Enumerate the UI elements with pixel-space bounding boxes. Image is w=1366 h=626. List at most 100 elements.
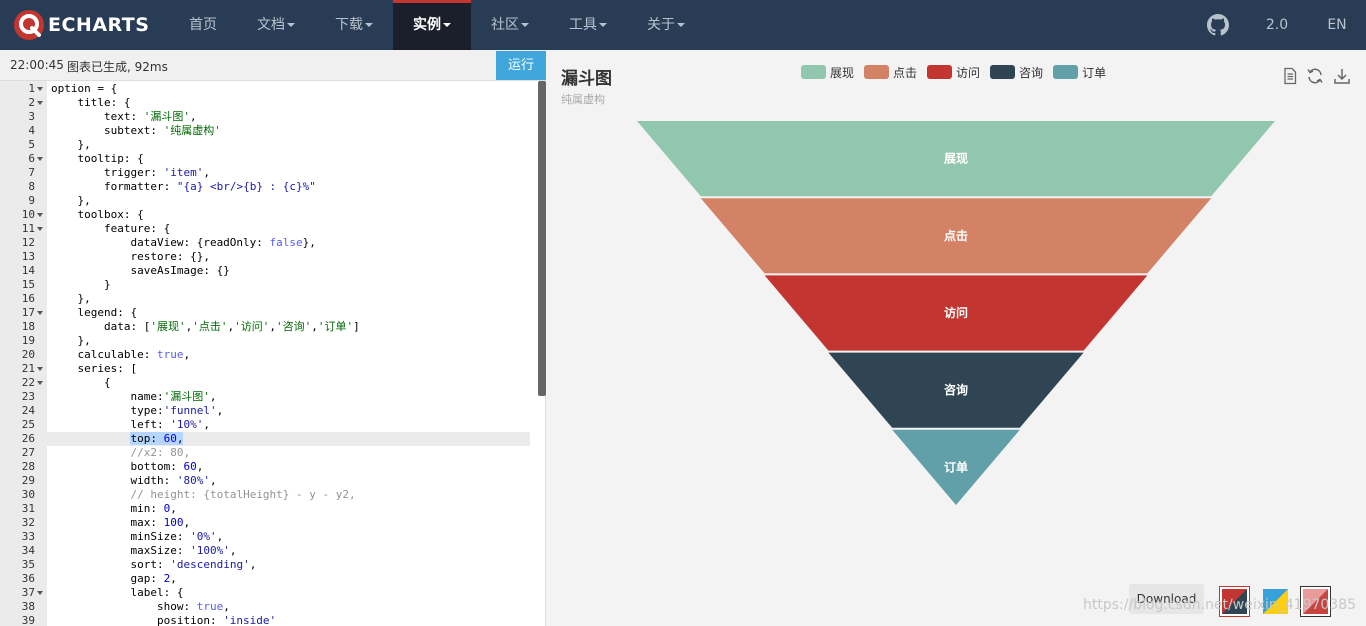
code-line[interactable]: 29 width: '80%', [0, 474, 530, 488]
run-button[interactable]: 运行 [496, 51, 546, 80]
code-line[interactable]: 35 sort: 'descending', [0, 558, 530, 572]
code-line[interactable]: 17 legend: { [0, 306, 530, 320]
code-line[interactable]: 34 maxSize: '100%', [0, 544, 530, 558]
chart-title: 漏斗图 [561, 69, 612, 89]
legend-item[interactable]: 展现 [801, 64, 854, 80]
language-label: EN [1327, 17, 1347, 33]
legend-item[interactable]: 访问 [927, 64, 980, 80]
code-line[interactable]: 6 tooltip: { [0, 152, 530, 166]
legend-swatch [1053, 65, 1079, 79]
line-number: 36 [21, 572, 35, 585]
code-line[interactable]: 20 calculable: true, [0, 348, 530, 362]
code-line[interactable]: 1 option = { [0, 82, 530, 96]
echarts-logo[interactable]: ECHARTS [13, 9, 149, 41]
restore-icon[interactable] [1306, 67, 1324, 85]
language-link[interactable]: EN [1318, 0, 1356, 50]
line-number: 10 [21, 208, 35, 221]
code-line[interactable]: 3 text: '漏斗图', [0, 110, 530, 124]
line-number: 34 [21, 544, 35, 557]
code-line[interactable]: 30 // height: {totalHeight} - y - y2, [0, 488, 530, 502]
fold-arrow-icon[interactable] [37, 381, 43, 385]
legend-item[interactable]: 咨询 [990, 64, 1043, 80]
code-line[interactable]: 18 data: ['展现','点击','访问','咨询','订单'] [0, 320, 530, 334]
nav-label: 工具 [569, 17, 597, 33]
code-line[interactable]: 25 left: '10%', [0, 418, 530, 432]
code-text: calculable: true, [51, 348, 191, 361]
code-text: // height: {totalHeight} - y - y2, [130, 488, 356, 501]
code-line[interactable]: 33 minSize: '0%', [0, 530, 530, 544]
legend-swatch [990, 65, 1016, 79]
editor-scrollbar[interactable] [538, 81, 546, 396]
code-text: }, [51, 138, 91, 151]
code-pane: 22:00:45 图表已生成, 92ms 运行 1 option = {2 tit… [0, 50, 546, 626]
code-line[interactable]: 21 series: [ [0, 362, 530, 376]
code-line[interactable]: 2 title: { [0, 96, 530, 110]
line-number: 20 [21, 348, 35, 361]
legend-item[interactable]: 订单 [1053, 64, 1106, 80]
code-line[interactable]: 12 dataView: {readOnly: false}, [0, 236, 530, 250]
code-line[interactable]: 15 } [0, 278, 530, 292]
version-link[interactable]: 2.0 [1258, 0, 1296, 50]
code-line[interactable]: 7 trigger: 'item', [0, 166, 530, 180]
code-line[interactable]: 13 restore: {}, [0, 250, 530, 264]
fold-arrow-icon[interactable] [37, 311, 43, 315]
top-navbar: ECHARTS 首页 文档 下载 实例 社区 工具 关于 2.0 EN [0, 0, 1366, 50]
caret-down-icon [599, 23, 607, 27]
legend-label: 咨询 [1019, 65, 1044, 80]
code-line[interactable]: 27 //x2: 80, [0, 446, 530, 460]
code-line[interactable]: 36 gap: 2, [0, 572, 530, 586]
code-line[interactable]: 14 saveAsImage: {} [0, 264, 530, 278]
chart-pane: 展现 点击 访问 咨询 订单 漏斗图 纯属虚构 展现 点击 访问 咨询 订单 Download … [547, 50, 1366, 626]
code-line[interactable]: 37 label: { [0, 586, 530, 600]
nav-item-examples[interactable]: 实例 [393, 0, 471, 50]
code-editor[interactable]: 1 option = {2 title: {3 text: '漏斗图', 4 sub… [0, 81, 546, 626]
nav-item-download[interactable]: 下载 [324, 0, 384, 50]
code-line[interactable]: 31 min: 0, [0, 502, 530, 516]
fold-arrow-icon[interactable] [37, 213, 43, 217]
fold-arrow-icon[interactable] [37, 227, 43, 231]
code-text: legend: { [51, 306, 138, 319]
nav-label: 实例 [413, 17, 441, 33]
code-line[interactable]: 9 }, [0, 194, 530, 208]
line-number: 17 [21, 306, 35, 319]
code-line[interactable]: 5 }, [0, 138, 530, 152]
nav-item-home[interactable]: 首页 [176, 0, 230, 50]
code-line[interactable]: 23 name:'漏斗图', [0, 390, 530, 404]
code-line[interactable]: 39 position: 'inside' [0, 614, 530, 626]
code-line[interactable]: 4 subtext: '纯属虚构' [0, 124, 530, 138]
line-number: 21 [21, 362, 35, 375]
nav-item-docs[interactable]: 文档 [246, 0, 306, 50]
code-line[interactable]: 38 show: true, [0, 600, 530, 614]
code-line[interactable]: 11 feature: { [0, 222, 530, 236]
code-text: sort: 'descending', [51, 558, 257, 571]
code-text: } [51, 278, 111, 291]
legend-item[interactable]: 点击 [864, 64, 917, 80]
save-as-image-icon[interactable] [1333, 67, 1351, 85]
code-text: }, [51, 194, 91, 207]
code-line[interactable]: 10 toolbox: { [0, 208, 530, 222]
github-icon[interactable] [1207, 14, 1229, 36]
code-text: show: true, [51, 600, 230, 613]
code-line[interactable]: 22 { [0, 376, 530, 390]
nav-item-community[interactable]: 社区 [480, 0, 540, 50]
data-view-icon[interactable] [1281, 67, 1299, 85]
code-text: bottom: 60, [51, 460, 204, 473]
code-text: top: 60, [130, 432, 184, 445]
line-number: 14 [21, 264, 35, 277]
line-number: 25 [21, 418, 35, 431]
code-text: feature: { [51, 222, 171, 235]
fold-arrow-icon[interactable] [37, 87, 43, 91]
fold-arrow-icon[interactable] [37, 591, 43, 595]
code-line[interactable]: 19 }, [0, 334, 530, 348]
fold-arrow-icon[interactable] [37, 367, 43, 371]
fold-arrow-icon[interactable] [37, 157, 43, 161]
code-line[interactable]: 26 top: 60, [0, 432, 530, 446]
code-line[interactable]: 28 bottom: 60, [0, 460, 530, 474]
code-line[interactable]: 8 formatter: "{a} <br/>{b} : {c}%" [0, 180, 530, 194]
code-line[interactable]: 24 type:'funnel', [0, 404, 530, 418]
fold-arrow-icon[interactable] [37, 101, 43, 105]
nav-item-about[interactable]: 关于 [636, 0, 696, 50]
code-line[interactable]: 16 }, [0, 292, 530, 306]
code-line[interactable]: 32 max: 100, [0, 516, 530, 530]
nav-item-tools[interactable]: 工具 [558, 0, 618, 50]
